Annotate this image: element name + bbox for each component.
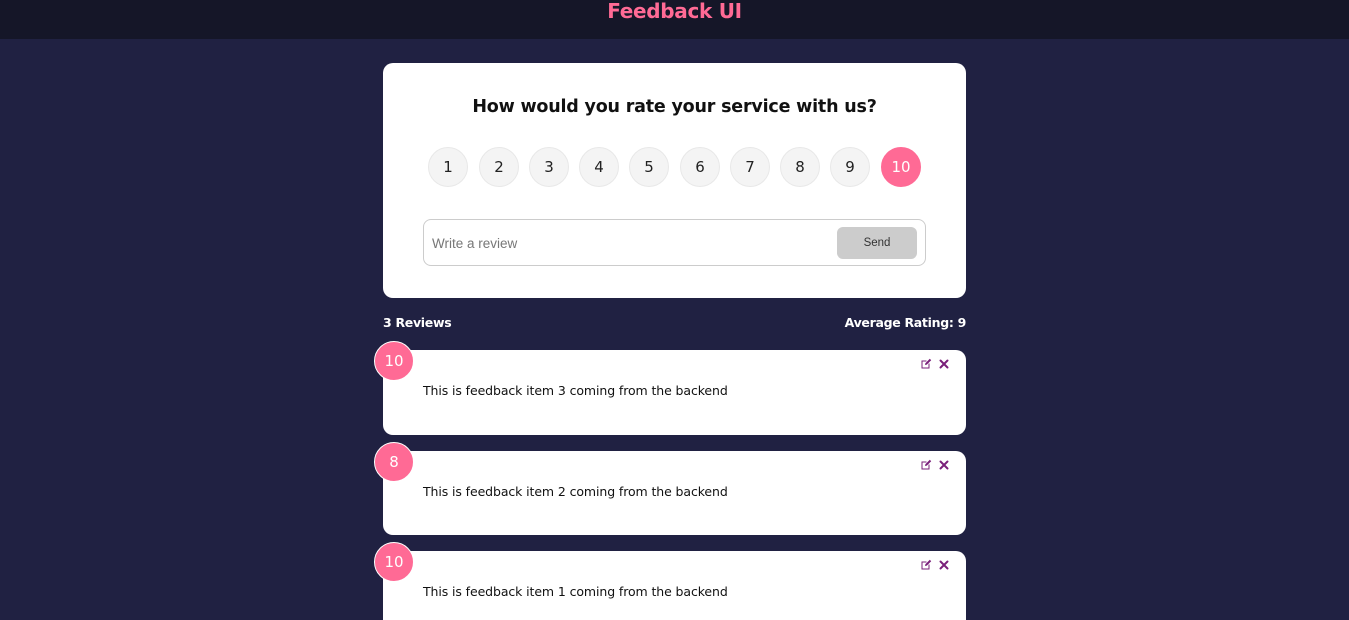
feedback-item: 10 This is feedback item 3 coming from t…: [374, 341, 966, 435]
feedback-text: This is feedback item 2 coming from the …: [423, 484, 728, 499]
feedback-rating-badge: 10: [374, 542, 414, 582]
feedback-item: 10 This is feedback item 1 coming from t…: [374, 542, 966, 620]
rating-option-3[interactable]: 3: [529, 147, 569, 187]
edit-icon[interactable]: [920, 459, 932, 471]
average-rating: Average Rating: 9: [844, 315, 967, 330]
rating-option-6[interactable]: 6: [680, 147, 720, 187]
rating-option-7[interactable]: 7: [730, 147, 770, 187]
app-header: Feedback UI: [0, 0, 1349, 39]
rating-option-4[interactable]: 4: [579, 147, 619, 187]
feedback-item: 8 This is feedback item 2 coming from th…: [374, 442, 966, 535]
form-title: How would you rate your service with us?: [472, 97, 877, 117]
review-input-group: Send: [423, 219, 926, 266]
close-icon[interactable]: [938, 358, 950, 370]
feedback-text: This is feedback item 3 coming from the …: [423, 383, 728, 398]
feedback-actions: [920, 558, 950, 572]
app-title: Feedback UI: [607, 0, 742, 23]
feedback-actions: [920, 357, 950, 371]
feedback-rating-badge: 10: [374, 341, 414, 381]
feedback-text: This is feedback item 1 coming from the …: [423, 584, 728, 599]
rating-option-9[interactable]: 9: [830, 147, 870, 187]
rating-option-10[interactable]: 10: [881, 147, 921, 187]
rating-option-2[interactable]: 2: [479, 147, 519, 187]
send-button[interactable]: Send: [837, 227, 917, 259]
review-count: 3 Reviews: [383, 315, 452, 330]
rating-option-5[interactable]: 5: [629, 147, 669, 187]
rating-form-card: How would you rate your service with us?…: [383, 63, 966, 298]
rating-selector: 1 2 3 4 5 6 7 8 9 10: [428, 147, 923, 187]
rating-option-1[interactable]: 1: [428, 147, 468, 187]
edit-icon[interactable]: [920, 559, 932, 571]
edit-icon[interactable]: [920, 358, 932, 370]
close-icon[interactable]: [938, 459, 950, 471]
feedback-rating-badge: 8: [374, 442, 414, 482]
feedback-actions: [920, 458, 950, 472]
rating-option-8[interactable]: 8: [780, 147, 820, 187]
review-input[interactable]: [432, 229, 832, 257]
feedback-stats: 3 Reviews Average Rating: 9: [383, 315, 966, 333]
close-icon[interactable]: [938, 559, 950, 571]
